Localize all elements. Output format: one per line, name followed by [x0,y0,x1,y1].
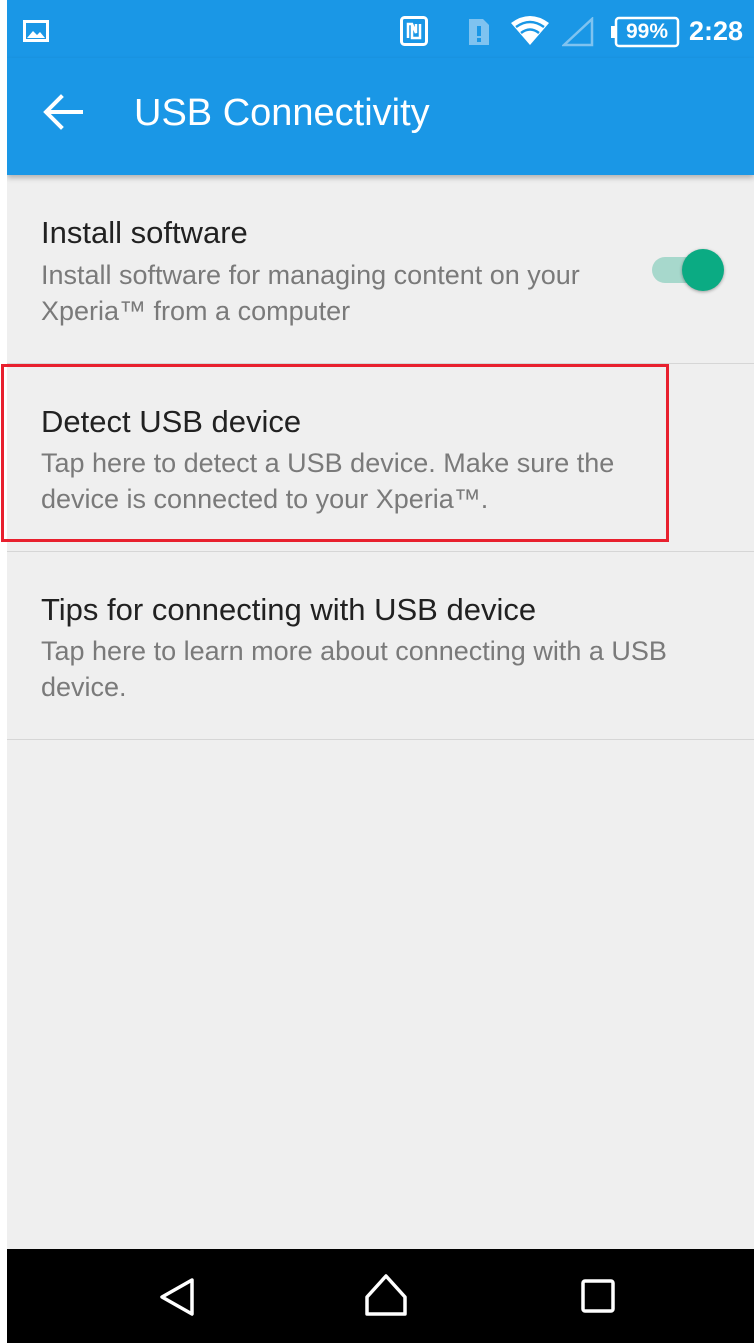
sim-card-icon [469,19,489,45]
toggle-thumb [682,249,724,291]
signal-icon [562,17,594,47]
status-bar: 99% 2:28 [7,0,754,58]
battery-icon: 99% [610,16,680,48]
settings-list: Install software Install software for ma… [7,175,754,740]
install-software-title: Install software [41,215,248,250]
gallery-icon [23,20,49,42]
arrow-left-icon[interactable] [33,82,93,142]
usb-tips-title: Tips for connecting with USB device [41,592,537,627]
nav-back-icon[interactable] [156,1276,198,1318]
install-software-summary: Install software for managing content on… [41,260,580,326]
detect-usb-device-summary: Tap here to detect a USB device. Make su… [41,448,615,514]
nav-recents-icon[interactable] [580,1278,616,1314]
detect-usb-device-title: Detect USB device [41,404,302,439]
screen: 99% 2:28 USB Connectivity Install softwa… [7,0,754,1343]
page-title: USB Connectivity [134,92,430,134]
nfc-icon [400,16,428,46]
battery-percentage: 99% [625,20,669,43]
left-edge-strip [0,0,7,1343]
detect-usb-device-item[interactable]: Detect USB device Tap here to detect a U… [7,364,754,552]
install-software-item[interactable]: Install software Install software for ma… [7,175,754,364]
status-time: 2:28 [689,16,744,46]
nav-home-icon[interactable] [363,1272,409,1318]
usb-tips-summary: Tap here to learn more about connecting … [41,636,667,702]
install-software-toggle[interactable] [650,247,728,293]
usb-tips-item[interactable]: Tips for connecting with USB device Tap … [7,552,754,740]
app-bar: USB Connectivity [7,58,754,175]
wifi-icon [511,16,549,45]
navigation-bar [7,1249,754,1343]
